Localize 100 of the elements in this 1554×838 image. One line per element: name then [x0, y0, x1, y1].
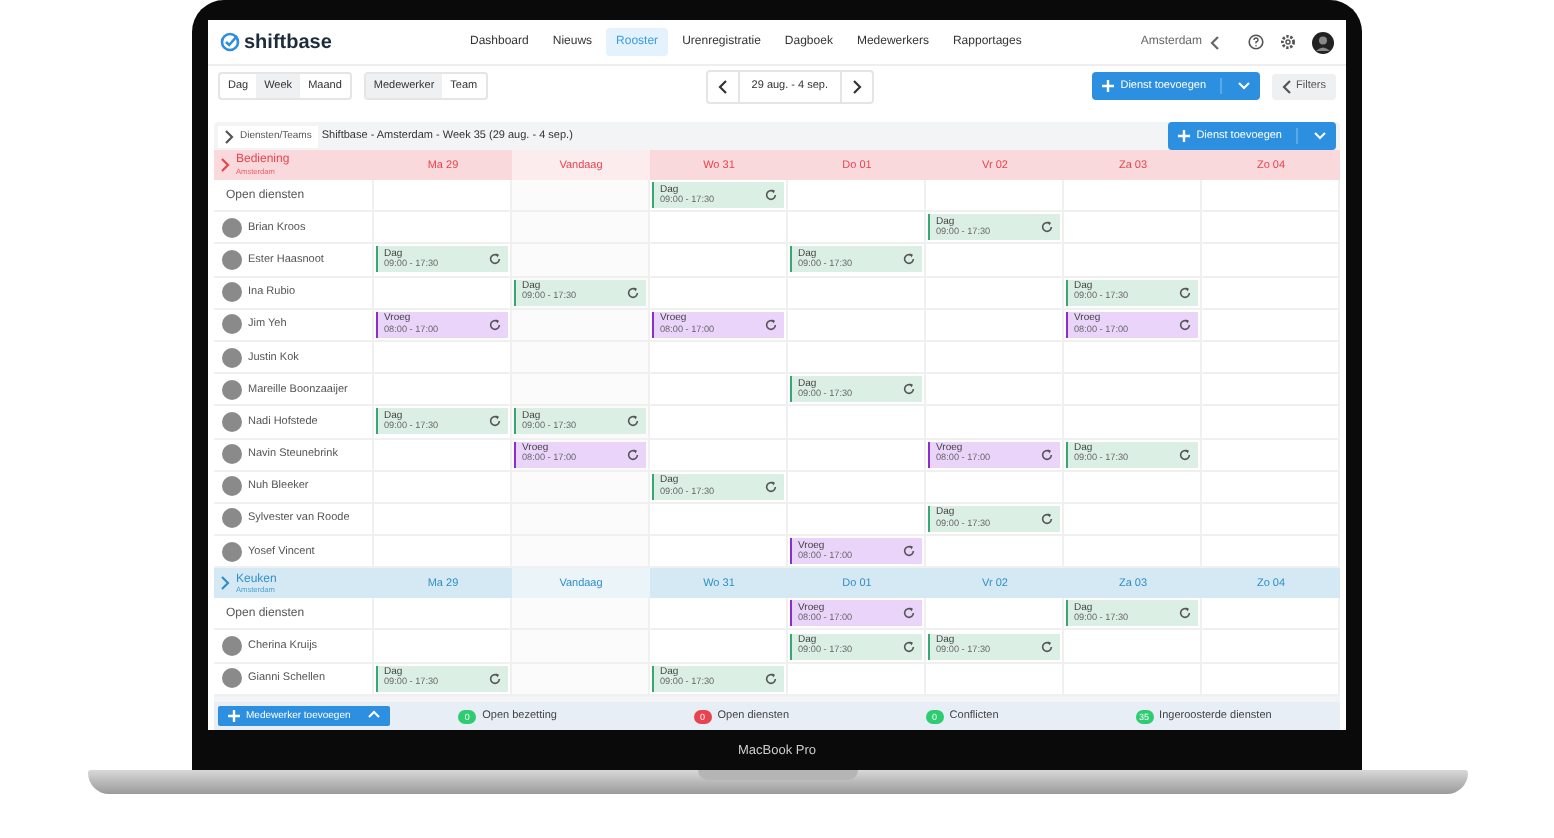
refresh-icon	[488, 671, 502, 686]
plus-icon	[228, 710, 240, 722]
schedule-cell[interactable]	[788, 212, 926, 245]
schedule-cell[interactable]	[512, 309, 650, 342]
schedule-cell[interactable]	[512, 471, 650, 504]
avatar	[222, 217, 242, 238]
chevron-icon	[852, 79, 863, 93]
avatar	[222, 668, 242, 689]
avatar	[222, 347, 242, 368]
schedule-cell[interactable]	[926, 244, 1064, 278]
avatar	[222, 379, 242, 400]
avatar	[222, 249, 242, 270]
chevron-icon	[220, 158, 230, 172]
plus-icon	[1102, 80, 1115, 92]
schedule-cell[interactable]	[650, 244, 788, 278]
refresh-icon	[626, 285, 640, 300]
help-icon[interactable]	[1248, 34, 1264, 50]
schedule-cell[interactable]	[1064, 180, 1202, 213]
schedule-cell[interactable]	[788, 180, 926, 213]
schedule-cell[interactable]	[788, 341, 926, 375]
schedule-cell[interactable]	[926, 341, 1064, 375]
refresh-icon	[1178, 285, 1192, 300]
chevron-icon	[1210, 35, 1220, 49]
avatar	[222, 508, 242, 529]
refresh-icon	[1040, 511, 1054, 526]
schedule-cell[interactable]	[1064, 244, 1202, 278]
schedule-cell[interactable]	[926, 598, 1064, 631]
schedule-cell[interactable]	[650, 374, 788, 407]
refresh-icon	[902, 252, 916, 267]
schedule-cell[interactable]	[650, 536, 788, 569]
refresh-icon	[902, 544, 916, 559]
refresh-icon	[902, 382, 916, 397]
refresh-icon	[764, 671, 778, 686]
schedule-cell[interactable]	[512, 536, 650, 569]
avatar	[222, 314, 242, 335]
avatar	[222, 282, 242, 303]
schedule-cell[interactable]	[1064, 471, 1202, 504]
schedule-cell[interactable]	[1202, 536, 1340, 569]
schedule-cell[interactable]	[650, 277, 788, 310]
refresh-icon	[902, 606, 916, 621]
refresh-icon	[488, 414, 502, 429]
avatar	[222, 476, 242, 497]
schedule-cell[interactable]	[788, 663, 926, 696]
refresh-icon	[764, 317, 778, 332]
schedule-cell[interactable]	[788, 503, 926, 537]
user-avatar[interactable]	[1312, 31, 1334, 53]
chevron-icon	[1282, 79, 1293, 93]
schedule-cell[interactable]	[512, 663, 650, 696]
refresh-icon	[1178, 606, 1192, 621]
schedule-cell[interactable]	[1064, 341, 1202, 375]
logo-text: shiftbase	[244, 31, 332, 53]
schedule-cell[interactable]	[650, 341, 788, 375]
schedule-cell[interactable]	[650, 630, 788, 664]
schedule-cell[interactable]	[512, 598, 650, 631]
avatar	[222, 636, 242, 657]
schedule-cell[interactable]	[512, 503, 650, 537]
schedule-cell[interactable]	[512, 341, 650, 375]
avatar	[222, 411, 242, 432]
refresh-icon	[764, 188, 778, 203]
schedule-cell[interactable]	[512, 374, 650, 407]
schedule-cell[interactable]	[926, 309, 1064, 342]
schedule-cell[interactable]	[1202, 180, 1340, 213]
schedule-cell[interactable]	[926, 406, 1064, 439]
caret-icon	[1238, 82, 1251, 90]
schedule-cell[interactable]	[926, 663, 1064, 696]
refresh-icon	[902, 639, 916, 654]
schedule-cell[interactable]	[512, 630, 650, 664]
schedule-cell[interactable]	[788, 439, 926, 472]
refresh-icon	[626, 447, 640, 462]
caret-icon	[368, 710, 380, 718]
schedule-cell[interactable]	[926, 277, 1064, 310]
logo-icon	[220, 32, 240, 52]
schedule-cell[interactable]	[788, 406, 926, 439]
refresh-icon	[1040, 447, 1054, 462]
refresh-icon	[1178, 317, 1192, 332]
schedule-cell[interactable]	[650, 598, 788, 631]
schedule-cell[interactable]	[1064, 536, 1202, 569]
refresh-icon	[488, 252, 502, 267]
refresh-icon	[1040, 220, 1054, 235]
chevron-icon	[717, 79, 728, 93]
schedule-cell[interactable]	[926, 471, 1064, 504]
chevron-icon	[220, 576, 230, 591]
refresh-icon	[764, 479, 778, 494]
schedule-cell[interactable]	[788, 471, 926, 504]
schedule-cell[interactable]	[650, 212, 788, 245]
schedule-cell[interactable]	[650, 503, 788, 537]
schedule-cell[interactable]	[926, 180, 1064, 213]
refresh-icon	[626, 414, 640, 429]
schedule-cell[interactable]	[512, 180, 650, 213]
settings-icon[interactable]	[1280, 34, 1296, 50]
schedule-cell[interactable]	[650, 439, 788, 472]
schedule-cell[interactable]	[1202, 598, 1340, 631]
avatar	[222, 444, 242, 465]
schedule-cell[interactable]	[926, 536, 1064, 569]
avatar	[222, 541, 242, 562]
refresh-icon	[1040, 639, 1054, 654]
schedule-cell[interactable]	[1064, 406, 1202, 439]
plus-icon	[1178, 130, 1191, 142]
schedule-cell[interactable]	[512, 244, 650, 278]
refresh-icon	[1178, 447, 1192, 462]
